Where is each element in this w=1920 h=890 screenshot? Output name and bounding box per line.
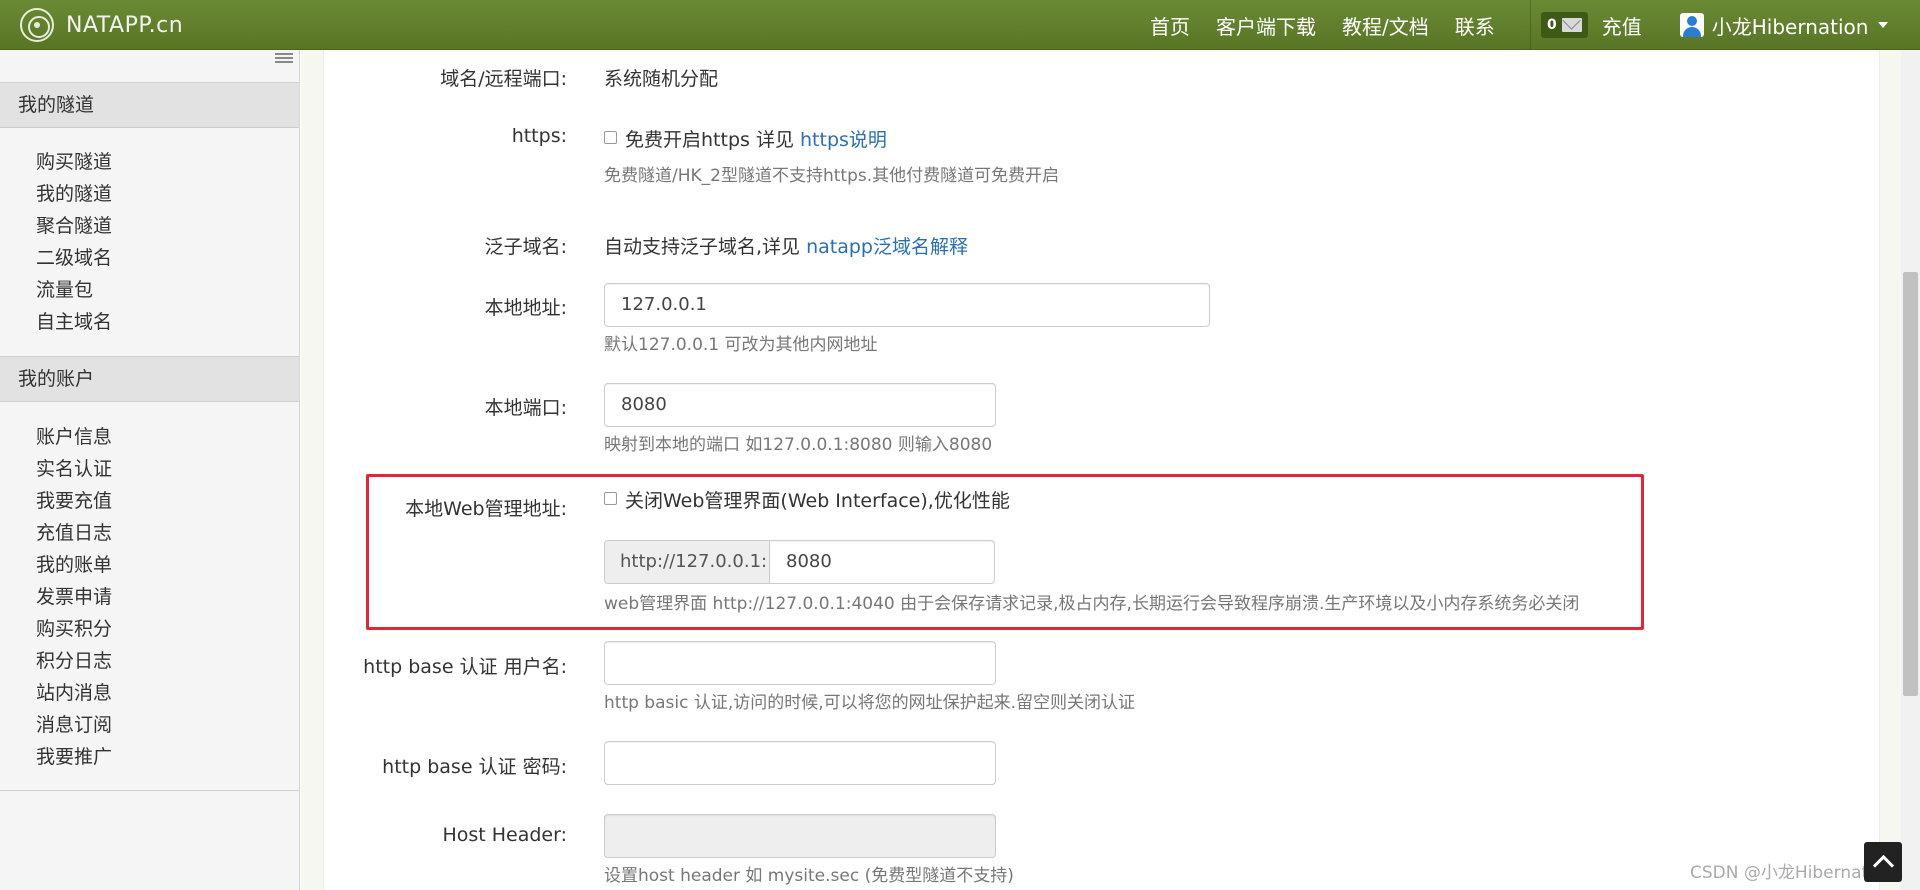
sidebar-item-subdomain[interactable]: 二级域名 [36, 242, 112, 274]
nav-links: 首页 客户端下载 教程/文档 联系 [1150, 0, 1521, 50]
brand-logo-icon [20, 8, 54, 42]
scrollbar-thumb[interactable] [1903, 272, 1918, 696]
sidebar-item-buy-tunnel[interactable]: 购买隧道 [36, 146, 112, 178]
nav-divider [1530, 0, 1531, 50]
sidebar-item-invoice[interactable]: 发票申请 [36, 581, 112, 613]
host-header-help: 设置host header 如 mysite.sec (免费型隧道不支持) [604, 866, 1014, 886]
local-address-input[interactable]: 127.0.0.1 [604, 283, 1210, 327]
web-interface-prefix: http://127.0.0.1: [604, 540, 769, 584]
sidebar-item-recharge-log[interactable]: 充值日志 [36, 517, 112, 549]
sidebar-item-bills[interactable]: 我的账单 [36, 549, 112, 581]
sidebar-section-account[interactable]: 我的账户 [0, 356, 299, 402]
back-to-top-icon[interactable] [1864, 842, 1902, 882]
local-port-input[interactable]: 8080 [604, 383, 996, 427]
https-label: https: [511, 125, 567, 147]
disable-web-interface-checkbox[interactable] [604, 492, 617, 505]
https-option: 免费开启https 详见 https说明 [604, 125, 887, 152]
local-address-help: 默认127.0.0.1 可改为其他内网地址 [604, 335, 878, 355]
web-interface-check-text: 关闭Web管理界面(Web Interface),优化性能 [625, 490, 1010, 512]
https-help: 免费隧道/HK_2型隧道不支持https.其他付费隧道可免费开启 [604, 166, 1060, 186]
nav-recharge-link[interactable]: 充值 [1602, 11, 1642, 40]
nav-link-home[interactable]: 首页 [1150, 11, 1190, 40]
sidebar-item-my-tunnels[interactable]: 我的隧道 [36, 178, 112, 210]
content-right-edge [1879, 50, 1901, 890]
https-checkbox[interactable] [604, 131, 617, 144]
sidebar-item-referral[interactable]: 我要推广 [36, 741, 112, 773]
sidebar-item-subscriptions[interactable]: 消息订阅 [36, 709, 112, 741]
auth-username-input[interactable] [604, 641, 996, 685]
nav-link-contact[interactable]: 联系 [1455, 11, 1495, 40]
auth-help: http basic 认证,访问的时候,可以将您的网址保护起来.留空则关闭认证 [604, 693, 1136, 713]
message-count: 0 [1547, 17, 1557, 33]
menu-collapse-icon[interactable] [275, 53, 293, 65]
brand-name: NATAPP.cn [66, 12, 184, 38]
sidebar-item-realname[interactable]: 实名认证 [36, 453, 112, 485]
sidebar-item-messages[interactable]: 站内消息 [36, 677, 112, 709]
brand[interactable]: NATAPP.cn [20, 8, 183, 42]
sidebar-item-points-log[interactable]: 积分日志 [36, 645, 112, 677]
auth-password-label: http base 认证 密码: [382, 756, 567, 778]
local-port-help: 映射到本地的端口 如127.0.0.1:8080 则输入8080 [604, 435, 993, 455]
web-interface-port-input[interactable]: 8080 [769, 540, 995, 584]
sidebar-item-account-info[interactable]: 账户信息 [36, 421, 112, 453]
https-check-text: 免费开启https 详见 [625, 129, 794, 151]
https-doc-link[interactable]: https说明 [800, 129, 887, 151]
sidebar-item-traffic-pack[interactable]: 流量包 [36, 274, 112, 306]
sidebar: 我的隧道 购买隧道 我的隧道 聚合隧道 二级域名 流量包 自主域名 我的账户 账… [0, 50, 300, 890]
wildcard-text: 自动支持泛子域名,详见 [604, 236, 801, 258]
wildcard-label: 泛子域名: [484, 236, 567, 258]
auth-username-label: http base 认证 用户名: [363, 656, 567, 678]
content-gutter [301, 50, 324, 890]
web-interface-label: 本地Web管理地址: [405, 498, 567, 520]
wildcard-doc-link[interactable]: natapp泛域名解释 [806, 236, 968, 258]
nav-right: 0 充值 小龙Hibernation [1541, 0, 1889, 50]
nav-link-client-download[interactable]: 客户端下载 [1216, 11, 1316, 40]
envelope-icon [1561, 18, 1582, 32]
domain-value: 系统随机分配 [604, 68, 719, 90]
sidebar-tunnel-menu: 购买隧道 我的隧道 聚合隧道 二级域名 流量包 自主域名 [36, 146, 112, 338]
sidebar-item-custom-domain[interactable]: 自主域名 [36, 306, 112, 338]
sidebar-item-aggregate-tunnel[interactable]: 聚合隧道 [36, 210, 112, 242]
sidebar-item-buy-points[interactable]: 购买积分 [36, 613, 112, 645]
web-interface-option: 关闭Web管理界面(Web Interface),优化性能 [604, 486, 1010, 513]
local-port-label: 本地端口: [484, 397, 567, 419]
host-header-input[interactable] [604, 814, 996, 858]
messages-button[interactable]: 0 [1541, 12, 1588, 38]
sidebar-divider [0, 790, 299, 791]
nav-link-docs[interactable]: 教程/文档 [1342, 11, 1429, 40]
username: 小龙Hibernation [1711, 14, 1869, 39]
auth-password-input[interactable] [604, 741, 996, 785]
sidebar-item-recharge[interactable]: 我要充值 [36, 485, 112, 517]
caret-down-icon [1878, 22, 1889, 28]
local-address-label: 本地地址: [484, 297, 567, 319]
domain-label: 域名/远程端口: [440, 68, 567, 90]
sidebar-account-menu: 账户信息 实名认证 我要充值 充值日志 我的账单 发票申请 购买积分 积分日志 … [36, 421, 112, 773]
top-navbar: NATAPP.cn 首页 客户端下载 教程/文档 联系 0 充值 小龙Hiber… [0, 0, 1920, 50]
user-icon [1679, 13, 1704, 37]
wildcard-info: 自动支持泛子域名,详见 natapp泛域名解释 [604, 232, 968, 259]
sidebar-section-tunnels[interactable]: 我的隧道 [0, 82, 299, 128]
user-menu[interactable]: 小龙Hibernation [1679, 11, 1889, 40]
host-header-label: Host Header: [442, 824, 567, 846]
web-interface-help: web管理界面 http://127.0.0.1:4040 由于会保存请求记录,… [604, 594, 1580, 614]
